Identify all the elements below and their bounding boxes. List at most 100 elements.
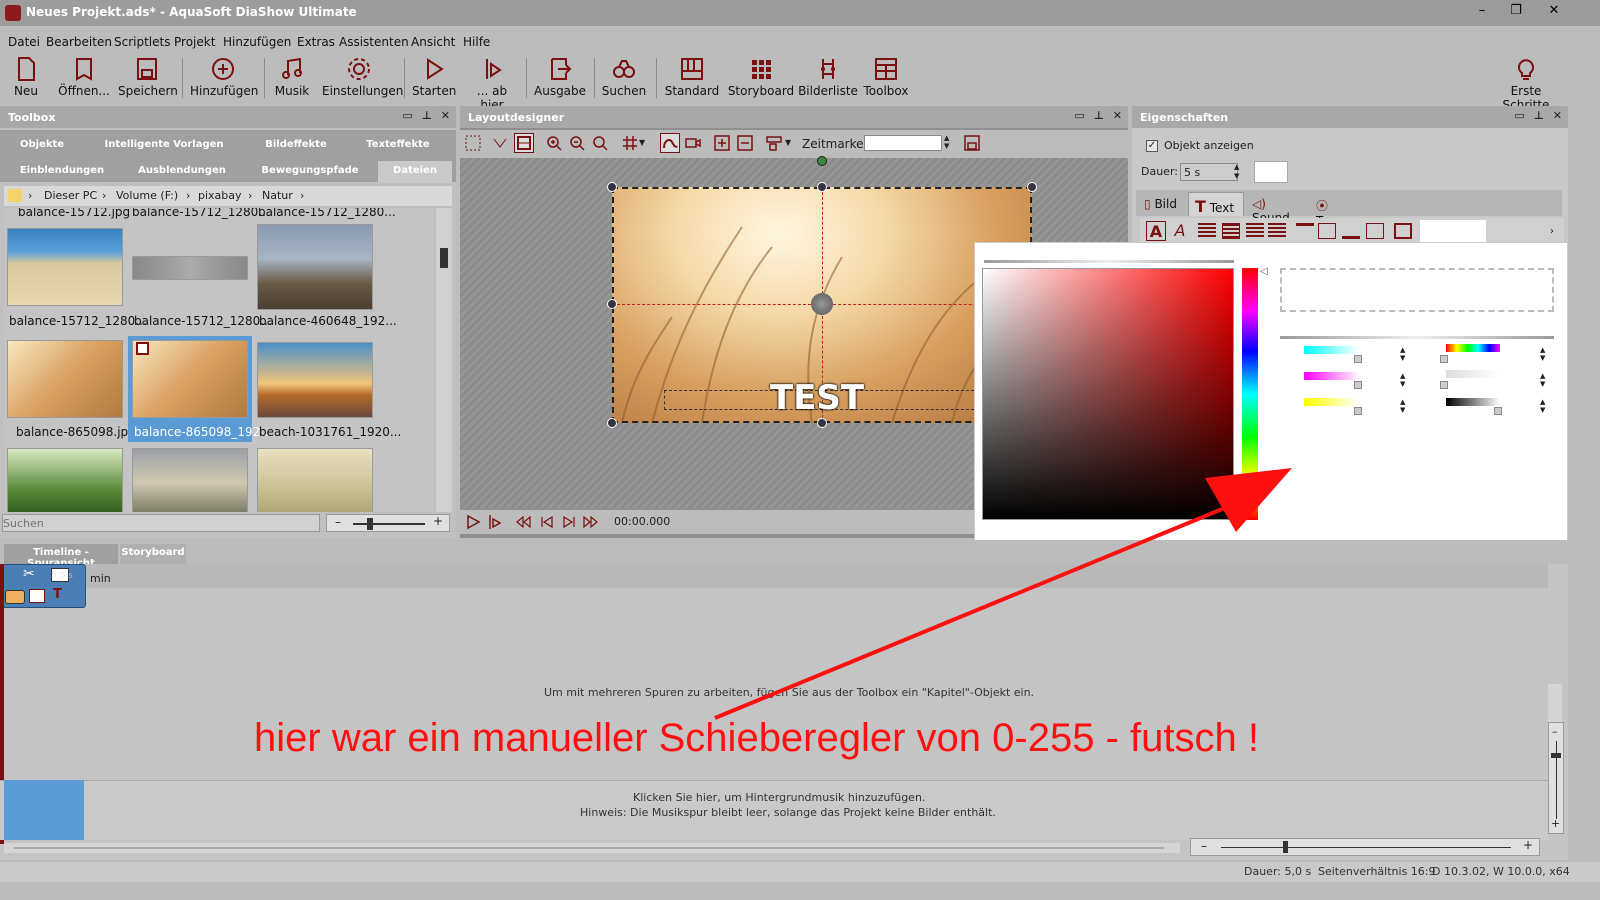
tab-dateien[interactable]: Dateien bbox=[378, 161, 452, 183]
text-box-icon[interactable] bbox=[1394, 223, 1412, 239]
zoom-fit-icon[interactable] bbox=[590, 133, 610, 153]
resize-handle[interactable] bbox=[607, 299, 617, 309]
brightness-slider[interactable] bbox=[1446, 398, 1500, 406]
fast-forward-icon[interactable] bbox=[582, 513, 600, 531]
tab-timeline[interactable]: Timeline - Spuransicht bbox=[4, 544, 118, 569]
menu-ansicht[interactable]: Ansicht bbox=[411, 35, 455, 49]
tab-bewegungspfade[interactable]: Bewegungspfade bbox=[244, 165, 376, 176]
zoom-in-icon[interactable] bbox=[544, 133, 564, 153]
panel-min-icon[interactable]: ▭ bbox=[402, 109, 412, 122]
music-button[interactable]: Musik bbox=[270, 56, 314, 98]
yellow-slider-handle[interactable] bbox=[1354, 407, 1362, 415]
zoom-out-icon[interactable] bbox=[567, 133, 587, 153]
file-thumbnail[interactable] bbox=[257, 448, 373, 512]
hue-slider-marker[interactable]: ◁ bbox=[1260, 266, 1268, 277]
menu-assistenten[interactable]: Assistenten bbox=[339, 35, 409, 49]
panel-close-icon[interactable]: ✕ bbox=[1113, 109, 1122, 122]
save-frame-icon[interactable] bbox=[962, 133, 982, 153]
menu-projekt[interactable]: Projekt bbox=[174, 35, 215, 49]
tab-texteffekte[interactable]: Texteffekte bbox=[348, 139, 448, 150]
hue-spectrum-spinner[interactable]: ▲ ▼ bbox=[1540, 346, 1545, 362]
hue-spectrum-slider[interactable] bbox=[1446, 344, 1500, 352]
show-object-checkbox[interactable]: ✓ bbox=[1146, 140, 1158, 152]
open-button[interactable]: Öffnen... bbox=[58, 56, 110, 98]
close-icon[interactable]: ✕ bbox=[1544, 3, 1564, 23]
duration-color-box[interactable] bbox=[1254, 161, 1288, 183]
view-standard-button[interactable]: Standard bbox=[662, 56, 722, 98]
file-thumbnail[interactable] bbox=[7, 228, 123, 306]
tab-objekte[interactable]: Objekte bbox=[4, 139, 80, 150]
grid-dropdown-icon[interactable]: ▼ bbox=[638, 133, 650, 153]
text-options-icon[interactable] bbox=[1366, 223, 1384, 239]
file-grid-scrollbar[interactable] bbox=[436, 208, 452, 512]
brightness-spinner[interactable]: ▲ ▼ bbox=[1540, 398, 1545, 414]
rewind-icon[interactable] bbox=[514, 513, 532, 531]
saturation-spinner[interactable]: ▲ ▼ bbox=[1540, 372, 1545, 388]
text-object[interactable]: TEST bbox=[770, 378, 864, 418]
cyan-slider-handle[interactable] bbox=[1354, 355, 1362, 363]
duration-spinner[interactable]: ▲ ▼ bbox=[1234, 163, 1244, 181]
scrollbar-thumb[interactable] bbox=[440, 248, 448, 268]
resize-handle[interactable] bbox=[817, 182, 827, 192]
camera-icon[interactable] bbox=[683, 133, 703, 153]
align-center-icon[interactable] bbox=[1222, 223, 1240, 239]
new-button[interactable]: Neu bbox=[6, 56, 46, 98]
start-button[interactable]: Starten bbox=[412, 56, 456, 98]
center-handle[interactable] bbox=[811, 293, 833, 315]
magenta-slider[interactable] bbox=[1304, 372, 1360, 380]
resize-handle[interactable] bbox=[607, 418, 617, 428]
color-spectrum-area[interactable] bbox=[982, 268, 1234, 520]
file-thumbnail[interactable] bbox=[257, 342, 373, 418]
menu-extras[interactable]: Extras bbox=[297, 35, 335, 49]
play-from-here-button[interactable]: ... ab hier bbox=[464, 56, 520, 112]
timeline-hscrollbar[interactable] bbox=[4, 843, 1180, 853]
timeline-clip[interactable]: ✂ 5,0 s T bbox=[0, 564, 86, 608]
valign-middle-icon[interactable] bbox=[1318, 223, 1336, 239]
tab-transparenz[interactable]: ⦿ Transparenz bbox=[1312, 192, 1402, 228]
first-steps-button[interactable]: Erste Schritte bbox=[1488, 56, 1564, 112]
duration-input[interactable]: 5 s bbox=[1180, 163, 1238, 181]
add-frame-icon[interactable] bbox=[712, 133, 732, 153]
yellow-spinner[interactable]: ▲ ▼ bbox=[1400, 398, 1405, 414]
menu-scriptlets[interactable]: Scriptlets bbox=[114, 35, 170, 49]
step-back-icon[interactable] bbox=[538, 513, 556, 531]
align-right-icon[interactable] bbox=[1246, 223, 1264, 239]
magenta-spinner[interactable]: ▲ ▼ bbox=[1400, 372, 1405, 388]
resize-handle[interactable] bbox=[817, 418, 827, 428]
play-from-here-icon[interactable] bbox=[486, 513, 504, 531]
view-storyboard-button[interactable]: Storyboard bbox=[726, 56, 796, 98]
menu-hilfe[interactable]: Hilfe bbox=[463, 35, 490, 49]
panel-min-icon[interactable]: ▭ bbox=[1514, 109, 1524, 122]
panel-close-icon[interactable]: ✕ bbox=[441, 109, 450, 122]
tab-bildeffekte[interactable]: Bildeffekte bbox=[248, 139, 344, 150]
tab-storyboard[interactable]: Storyboard bbox=[120, 544, 186, 564]
step-forward-icon[interactable] bbox=[560, 513, 578, 531]
add-button[interactable]: Hinzufügen bbox=[190, 56, 258, 98]
valign-bottom-icon[interactable] bbox=[1342, 223, 1360, 239]
font-icon[interactable]: A bbox=[1146, 221, 1166, 241]
view-toolbox-button[interactable]: Toolbox bbox=[862, 56, 910, 98]
rotate-handle[interactable] bbox=[817, 156, 827, 166]
text-color-preview[interactable] bbox=[1420, 220, 1486, 242]
hue-slider[interactable] bbox=[1242, 268, 1258, 520]
output-button[interactable]: Ausgabe bbox=[534, 56, 586, 98]
file-thumbnail[interactable] bbox=[257, 224, 373, 310]
tab-sound[interactable]: ◁) Sound bbox=[1248, 192, 1306, 225]
align-dropdown-icon[interactable]: ▼ bbox=[784, 133, 796, 153]
toolbox-search-input[interactable] bbox=[2, 514, 320, 532]
pin-icon[interactable]: ⊥ bbox=[422, 109, 432, 122]
breadcrumb-item[interactable]: Dieser PC bbox=[44, 189, 97, 202]
file-thumbnail[interactable] bbox=[7, 340, 123, 418]
motion-path-icon[interactable] bbox=[660, 133, 680, 153]
tab-text[interactable]: T Text bbox=[1188, 192, 1244, 216]
zeitmarke-input[interactable] bbox=[864, 135, 942, 151]
selection-checkbox[interactable] bbox=[136, 342, 149, 355]
italic-font-icon[interactable]: A bbox=[1170, 221, 1190, 241]
search-button[interactable]: Suchen bbox=[600, 56, 648, 98]
safe-area-icon[interactable] bbox=[514, 133, 534, 153]
magenta-slider-handle[interactable] bbox=[1354, 381, 1362, 389]
tab-bild[interactable]: ▯ Bild bbox=[1140, 192, 1186, 216]
resize-handle[interactable] bbox=[1027, 182, 1037, 192]
cyan-slider[interactable] bbox=[1304, 346, 1360, 354]
saturation-slider-handle[interactable] bbox=[1440, 381, 1448, 389]
